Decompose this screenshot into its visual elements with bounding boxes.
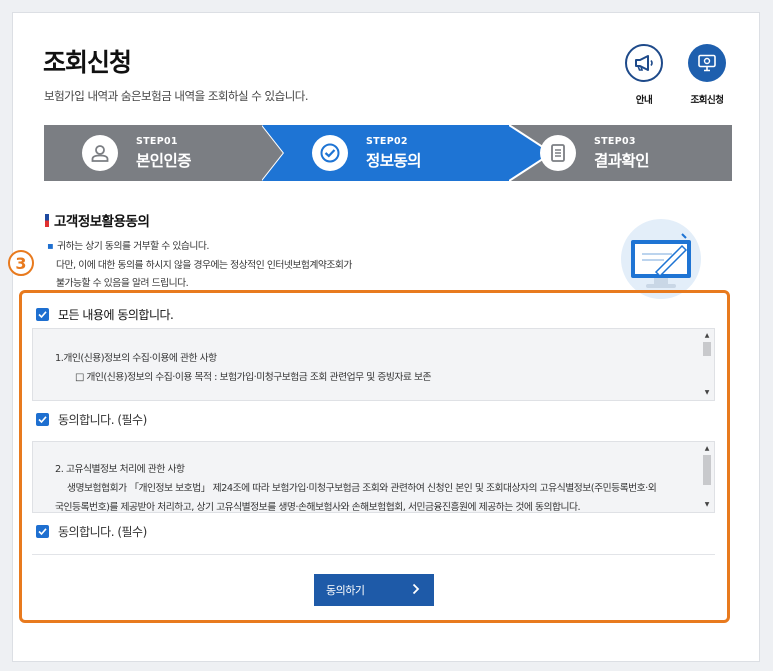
divider [32,554,715,555]
terms-1-title: 1.개인(신용)정보의 수집·이용에 관한 사항 [55,353,217,364]
agree-button[interactable]: 동의하기 [314,574,434,606]
section-title: 고객정보활용동의 [45,210,150,230]
agree-2-label: 동의합니다. (필수) [58,525,147,539]
step-1: STEP01 본인인증 [82,125,192,181]
note-line: 다만, 이에 대한 동의를 하시지 않을 경우에는 정상적인 인터넷보험계약조회… [56,259,352,271]
step-3-number: STEP03 [594,135,636,147]
monitor-icon [688,44,726,82]
page-title: 조회신청 [43,48,132,77]
scroll-down-icon[interactable]: ▼ [701,501,713,509]
step-indicator: STEP01 본인인증 STEP02 정보동의 STEP03 결과확인 [44,125,732,181]
megaphone-icon [625,44,663,82]
terms-1-line: □ 개인(신용)정보의 수집·이용 목적 : 보험가입·미청구보험금 조회 관련… [75,372,432,383]
agree-all-checkbox[interactable]: 모든 내용에 동의합니다. [36,306,174,323]
check-circle-icon [312,135,348,171]
page-description: 보험가입 내역과 숨은보험금 내역을 조회하실 수 있습니다. [44,89,309,103]
terms-2-line: 생명보험협회가 「개인정보 보호법」 제24조에 따라 보험가입·미청구보험금 … [67,483,657,494]
checkbox-checked-icon [36,308,49,321]
step-2: STEP02 정보동의 [312,125,422,181]
guide-label: 안내 [635,95,653,106]
note-line: 귀하는 상기 동의를 거부할 수 있습니다. [57,241,210,252]
inquiry-button[interactable]: 조회신청 [677,44,737,106]
agree-1-label: 동의합니다. (필수) [58,413,147,427]
scroll-down-icon[interactable]: ▼ [701,389,713,397]
step-2-name: 정보동의 [366,151,422,170]
terms-2-title: 2. 고유식별정보 처리에 관한 사항 [55,464,185,475]
person-icon [82,135,118,171]
terms-box-2[interactable]: 2. 고유식별정보 처리에 관한 사항 생명보험협회가 「개인정보 보호법」 제… [32,441,715,513]
terms-2-scrollbar[interactable]: ▲ ▼ [701,443,713,511]
agree-button-label: 동의하기 [326,584,365,597]
scroll-up-icon[interactable]: ▲ [701,332,713,340]
document-icon [540,135,576,171]
guide-button[interactable]: 안내 [614,44,674,106]
consent-notes: ▪ 귀하는 상기 동의를 거부할 수 있습니다. 다만, 이에 대한 동의를 하시… [47,238,352,294]
checkbox-checked-icon [36,525,49,538]
scroll-thumb[interactable] [703,342,711,356]
step-3: STEP03 결과확인 [540,125,650,181]
checkbox-checked-icon [36,413,49,426]
agree-all-label: 모든 내용에 동의합니다. [58,308,174,322]
title-bar [45,214,49,227]
chevron-right-icon [412,583,420,595]
terms-box-1[interactable]: 1.개인(신용)정보의 수집·이용에 관한 사항 □ 개인(신용)정보의 수집·… [32,328,715,401]
agree-1-checkbox[interactable]: 동의합니다. (필수) [36,411,147,428]
step-number-badge: 3 [8,250,34,276]
terms-2-line: 국인등록번호)를 제공받아 처리하고, 상기 고유식별정보를 생명·손해보험사와… [55,502,581,513]
scroll-up-icon[interactable]: ▲ [701,445,713,453]
scroll-thumb[interactable] [703,455,711,485]
step-3-name: 결과확인 [594,151,650,170]
step-1-name: 본인인증 [136,151,192,170]
step-1-number: STEP01 [136,135,178,147]
inquiry-label: 조회신청 [690,95,724,106]
step-2-number: STEP02 [366,135,408,147]
terms-1-scrollbar[interactable]: ▲ ▼ [701,330,713,399]
agree-2-checkbox[interactable]: 동의합니다. (필수) [36,523,147,540]
